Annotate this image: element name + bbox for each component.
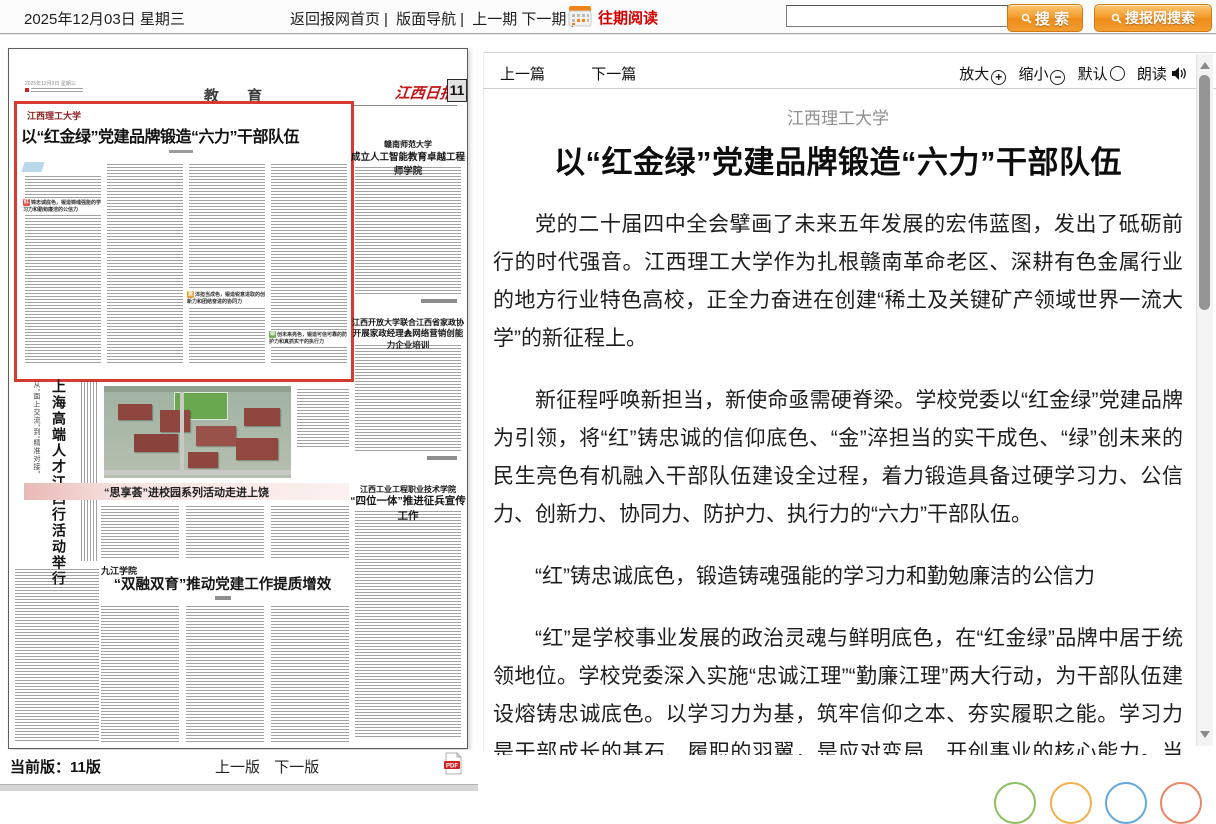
- svg-text:PDF: PDF: [446, 763, 458, 769]
- scrollbar-thumb[interactable]: [1199, 75, 1210, 310]
- text-column: [101, 606, 179, 742]
- byline-placeholder: [169, 150, 193, 153]
- reader-toolbar-right: 放大+ 缩小− 默认 朗读: [959, 63, 1188, 85]
- text-column: [186, 506, 264, 558]
- page: { "topbar": { "date": "2025年12月03日 星期三",…: [0, 0, 1216, 790]
- text-column: [271, 506, 349, 558]
- share-button-green[interactable]: [994, 782, 1036, 824]
- default-size-button[interactable]: 默认: [1078, 66, 1127, 83]
- article-headline: 以“红金绿”党建品牌锻造“六力”干部队伍: [21, 123, 343, 147]
- prev-page-link[interactable]: 上一版: [215, 759, 260, 776]
- search-glyph-icon: [1021, 13, 1032, 24]
- search-input[interactable]: [786, 5, 1008, 27]
- site-search-button[interactable]: 搜报网搜索: [1094, 4, 1212, 32]
- mid-article-headline: “思享荟”进校园系列活动走进上饶: [104, 484, 269, 500]
- separator: |: [460, 11, 464, 28]
- text-column: [81, 381, 97, 561]
- reader-divider: [483, 52, 1216, 53]
- green-chip-icon: 绿: [269, 331, 276, 338]
- paper-date: 2025年12月3日 星期三: [25, 81, 83, 95]
- read-aloud-button[interactable]: 朗读: [1137, 66, 1188, 83]
- default-size-icon: [1110, 66, 1125, 81]
- text-column: [355, 167, 461, 295]
- zoom-out-icon: −: [1050, 70, 1065, 85]
- past-issues-link[interactable]: 往期阅读: [598, 7, 658, 28]
- text-column: [186, 606, 264, 742]
- page-number-badge: 11: [447, 79, 467, 102]
- reader-toolbar-left: 上一篇 下一篇: [500, 63, 636, 84]
- mini-subhead-green: 绿创未来亮色，锻造可信可靠的防护力和真抓实干的执行力: [269, 330, 349, 347]
- calendar-icon[interactable]: [568, 5, 592, 27]
- highlighted-article-region[interactable]: 江西理工大学 以“红金绿”党建品牌锻造“六力”干部队伍 红铸忠诚底色，锻造铸魂强…: [14, 101, 354, 382]
- text-column: [355, 345, 461, 453]
- text-column: [101, 506, 179, 558]
- scroll-up-arrow-icon[interactable]: [1200, 62, 1210, 69]
- site-search-button-label: 搜报网搜索: [1125, 8, 1195, 28]
- red-chip-icon: 红: [23, 199, 30, 206]
- paragraph: 新征程呼唤新担当，新使命亟需硬脊梁。学校党委以“红金绿”党建品牌为引领，将“红”…: [493, 382, 1183, 534]
- scroll-down-arrow-icon[interactable]: [1200, 731, 1210, 738]
- text-column: [355, 511, 461, 739]
- zoom-in-button[interactable]: 放大+: [959, 66, 1008, 83]
- vertical-article-kicker: 从“面上交流”到“精准对接”: [31, 381, 41, 531]
- speaker-icon: [1171, 66, 1188, 81]
- pdf-icon[interactable]: PDF: [444, 752, 463, 780]
- article-reader: 江西理工大学 以“红金绿”党建品牌锻造“六力”干部队伍 党的二十届四中全会擘画了…: [484, 92, 1192, 755]
- gold-chip-icon: 金: [187, 291, 194, 298]
- search-button[interactable]: 搜 索: [1007, 4, 1083, 32]
- article-body: 党的二十届四中全会擘画了未来五年发展的宏伟蓝图，发出了砥砺前行的时代强音。江西理…: [484, 206, 1192, 755]
- red-square-icon: [25, 88, 29, 92]
- quote-decoration: [21, 162, 44, 172]
- separator: |: [384, 11, 388, 28]
- paragraph: 党的二十届四中全会擘画了未来五年发展的宏伟蓝图，发出了砥砺前行的时代强音。江西理…: [493, 206, 1183, 358]
- home-link[interactable]: 返回报网首页: [290, 11, 380, 28]
- prev-issue-link[interactable]: 上一期: [472, 11, 517, 28]
- current-page-label: 当前版：11版: [10, 756, 101, 777]
- byline-placeholder: [427, 456, 457, 460]
- next-issue-link[interactable]: 下一期: [521, 11, 566, 28]
- next-page-link[interactable]: 下一版: [274, 759, 319, 776]
- next-article-link[interactable]: 下一篇: [591, 66, 636, 83]
- campus-series-headline-band[interactable]: “思享荟”进校园系列活动走进上饶: [24, 483, 349, 500]
- article-kicker: 江西理工大学: [27, 109, 81, 122]
- text-column: [189, 164, 265, 364]
- byline-placeholder: [421, 299, 457, 303]
- mini-subhead-red: 红铸忠诚底色，锻造铸魂强能的学习力和勤勉廉洁的公信力: [23, 198, 103, 215]
- share-button-red[interactable]: [1160, 782, 1202, 824]
- search-glyph-icon: [1111, 13, 1122, 24]
- mini-subhead-gold: 金淬担当成色，锻造锐意进取的创新力和团结奋进的协同力: [187, 290, 267, 307]
- current-date: 2025年12月03日 星期三: [24, 8, 185, 29]
- text-column: [15, 569, 99, 741]
- zoom-in-icon: +: [991, 70, 1006, 85]
- article-title: 以“红金绿”党建品牌锻造“六力”干部队伍: [484, 137, 1192, 182]
- photo-caption: [297, 389, 349, 447]
- top-bar: 2025年12月03日 星期三 返回报网首页| 版面导航| 上一期 下一期| 往…: [0, 0, 1216, 34]
- share-button-yellow[interactable]: [1050, 782, 1092, 824]
- mid-article-headline[interactable]: “双融双育”推动党建工作提质增效: [96, 573, 349, 594]
- prev-article-link[interactable]: 上一篇: [500, 66, 545, 83]
- campus-aerial-photo: [104, 386, 291, 478]
- article-source: 江西理工大学: [484, 104, 1192, 129]
- text-column: [107, 164, 183, 364]
- paragraph-subhead: “红”铸忠诚底色，锻造铸魂强能的学习力和勤勉廉洁的公信力: [493, 558, 1183, 596]
- share-button-blue[interactable]: [1105, 782, 1147, 824]
- search-button-label: 搜 索: [1035, 8, 1069, 29]
- text-column: [271, 606, 349, 742]
- reader-scrollbar[interactable]: [1196, 54, 1213, 746]
- paragraph: “红”是学校事业发展的政治灵魂与鲜明底色，在“红金绿”品牌中居于统领地位。学校党…: [493, 620, 1183, 755]
- layout-nav-link[interactable]: 版面导航: [396, 11, 456, 28]
- zoom-out-button[interactable]: 缩小−: [1018, 66, 1067, 83]
- byline-placeholder: [215, 596, 231, 600]
- top-nav: 返回报网首页| 版面导航| 上一期 下一期|: [290, 8, 578, 29]
- current-page-value: 11版: [70, 759, 101, 776]
- newspaper-page-thumbnail[interactable]: 2025年12月3日 星期三 教 育 江西日报 11 江西理工大学 以“红金绿”…: [8, 48, 468, 749]
- page-footer-bar: 当前版：11版 上一版 下一版 PDF: [0, 750, 478, 784]
- reader-toolbar-divider: [483, 88, 1216, 89]
